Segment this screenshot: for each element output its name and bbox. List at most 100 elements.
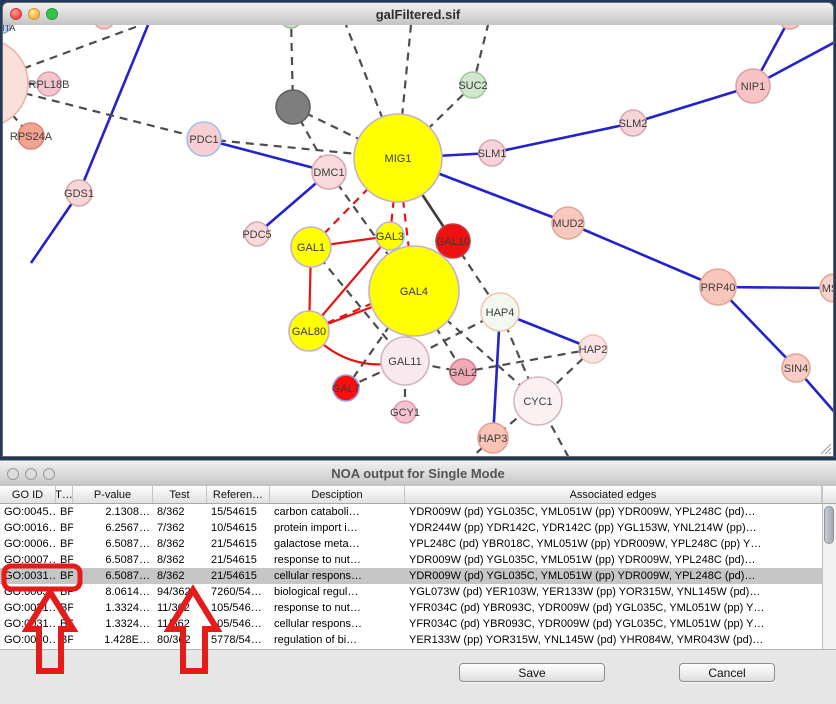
node-label-gal80: GAL80: [292, 326, 326, 338]
edge-blue[interactable]: [79, 25, 148, 193]
cancel-button[interactable]: Cancel: [679, 663, 775, 682]
node-label-gcy1: GCY1: [390, 407, 420, 419]
cell: galactose meta…: [270, 536, 405, 552]
cell: 5778/54…: [207, 632, 270, 648]
node-cuttr[interactable]: [779, 25, 801, 29]
node-label-hap2: HAP2: [579, 344, 608, 356]
cell: 8.0614…: [73, 584, 153, 600]
column-header-associated-edges[interactable]: Associated edges: [405, 486, 822, 503]
node-gray[interactable]: [276, 90, 310, 124]
cell: YGL073W (pd) YER103W, YER133W (pp) YOR31…: [405, 584, 822, 600]
column-header-desciption[interactable]: Desciption: [270, 486, 405, 503]
cell: YDR009W (pd) YGL035C, YML051W (pp) YDR00…: [405, 504, 822, 520]
noa-window-titlebar[interactable]: NOA output for Single Mode: [0, 461, 836, 487]
cell: 94/362: [153, 584, 207, 600]
window-footer: Save Cancel: [0, 649, 836, 704]
node-label-suc2: SUC2: [458, 80, 487, 92]
column-header-t[interactable]: T…: [56, 486, 73, 503]
cell: 105/546…: [207, 616, 270, 632]
cell: biological regul…: [270, 584, 405, 600]
edge-blue[interactable]: [204, 139, 329, 172]
table-row[interactable]: GO:0045…BP2.1308…8/36215/54615carbon cat…: [0, 504, 822, 520]
cell: 21/54615: [207, 536, 270, 552]
cell: 1.428E…: [73, 632, 153, 648]
cell: 8/362: [153, 552, 207, 568]
network-graph[interactable]: RPL18BRPS24AGDS1PDC1DMC1MIG1SUC2SLM1SLM2…: [3, 25, 834, 457]
cell: 21/54615: [207, 568, 270, 584]
column-header-pvalue[interactable]: P-value: [73, 486, 153, 503]
node-label-mig1: MIG1: [385, 153, 412, 165]
table-row[interactable]: GO:0007…BP6.5087…8/36221/54615response t…: [0, 552, 822, 568]
cell: YDR009W (pd) YGL035C, YML051W (pp) YDR00…: [405, 568, 822, 584]
node-label-nip1: NIP1: [741, 81, 765, 93]
table-row[interactable]: GO:0065…BP8.0614…94/3627260/54…biologica…: [0, 584, 822, 600]
cell: 21/54615: [207, 552, 270, 568]
cell: YFR034C (pd) YBR093C, YDR009W (pd) YGL03…: [405, 600, 822, 616]
cell: 8/362: [153, 536, 207, 552]
table-row[interactable]: GO:0016…BP6.2567…7/36210/54615protein im…: [0, 520, 822, 536]
node-label-pdc5: PDC5: [242, 229, 271, 241]
node-label-gal4: GAL4: [400, 286, 428, 298]
save-button[interactable]: Save: [459, 663, 605, 682]
node-label-gal10: GAL10: [436, 236, 470, 248]
table-row[interactable]: GO:0031…BP1.3324…11/362105/546…cellular …: [0, 616, 822, 632]
cell: protein import i…: [270, 520, 405, 536]
cell: 8/362: [153, 504, 207, 520]
cell: carbon cataboli…: [270, 504, 405, 520]
node-label-gal7: GAL7: [332, 383, 360, 395]
edge-blue[interactable]: [568, 223, 718, 287]
node-label-gal3: GAL3: [376, 231, 404, 243]
node-cuttl[interactable]: [94, 25, 114, 29]
cell: 1.3324…: [73, 616, 153, 632]
noa-window-title: NOA output for Single Mode: [0, 461, 836, 486]
column-header-referen[interactable]: Referen…: [207, 486, 270, 503]
vertical-scrollbar[interactable]: [822, 504, 836, 649]
table-row[interactable]: GO:0050…BP1.428E…80/3625778/54…regulatio…: [0, 632, 822, 648]
cell: GO:0006…: [0, 536, 56, 552]
edge-dashed[interactable]: [463, 349, 593, 372]
partial-node-label: ITA: [3, 25, 15, 33]
edge-blue[interactable]: [633, 86, 753, 123]
cell: 6.5087…: [73, 552, 153, 568]
node-label-gal2: GAL2: [449, 367, 477, 379]
cell: BP: [56, 632, 73, 648]
cell: BP: [56, 584, 73, 600]
column-header-test[interactable]: Test: [153, 486, 207, 503]
cell: GO:0016…: [0, 520, 56, 536]
table-row[interactable]: GO:0031…BP1.3324…11/362105/546…response …: [0, 600, 822, 616]
node-cutmid[interactable]: [281, 25, 301, 28]
cell: GO:0065…: [0, 584, 56, 600]
scrollbar-thumb[interactable]: [824, 506, 834, 544]
table-row[interactable]: GO:0006…BP6.5087…8/36221/54615galactose …: [0, 536, 822, 552]
network-canvas[interactable]: RPL18BRPS24AGDS1PDC1DMC1MIG1SUC2SLM1SLM2…: [3, 25, 834, 457]
cell: 11/362: [153, 616, 207, 632]
cell: GO:0007…: [0, 552, 56, 568]
table-header-corner: [822, 486, 836, 504]
node-label-cyc1: CYC1: [523, 396, 552, 408]
cell: 6.5087…: [73, 568, 153, 584]
cell: YDR244W (pp) YDR142C, YDR142C (pp) YGL15…: [405, 520, 822, 536]
resize-grip[interactable]: [819, 442, 831, 454]
cell: BP: [56, 600, 73, 616]
cell: 80/362: [153, 632, 207, 648]
cell: GO:0050…: [0, 632, 56, 648]
cell: GO:0045…: [0, 504, 56, 520]
network-window: galFiltered.sif RPL18BRPS24AGDS1PDC1DMC1…: [2, 2, 834, 457]
cell: BP: [56, 504, 73, 520]
cell: BP: [56, 616, 73, 632]
table-row[interactable]: GO:0031…BP6.5087…8/36221/54615cellular r…: [0, 568, 822, 584]
column-header-goid[interactable]: GO ID: [0, 486, 56, 503]
cell: 10/54615: [207, 520, 270, 536]
node-bigleft[interactable]: [3, 39, 28, 127]
cell: 6.2567…: [73, 520, 153, 536]
cell: GO:0031…: [0, 616, 56, 632]
cell: 8/362: [153, 568, 207, 584]
network-window-titlebar[interactable]: galFiltered.sif: [3, 3, 833, 26]
edge-blue[interactable]: [492, 123, 633, 153]
table-header: GO IDT…P-valueTestReferen…DesciptionAsso…: [0, 486, 822, 504]
cell: YPL248C (pd) YBR018C, YML051W (pp) YDR00…: [405, 536, 822, 552]
cell: 2.1308…: [73, 504, 153, 520]
cell: BP: [56, 520, 73, 536]
node-label-sin4: SIN4: [784, 363, 808, 375]
node-label-dmc1: DMC1: [313, 167, 344, 179]
